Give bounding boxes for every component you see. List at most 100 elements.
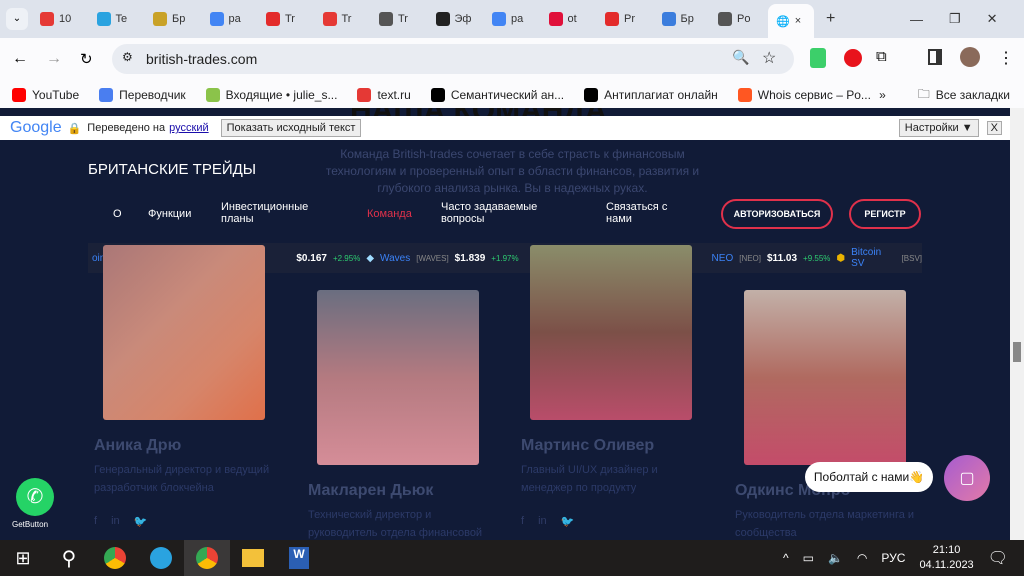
nav-item[interactable]: Связаться с нами (606, 201, 696, 225)
facebook-icon[interactable]: f (521, 515, 524, 528)
bookmark-item[interactable]: Семантический ан... (430, 88, 564, 102)
taskbar-chrome[interactable] (92, 540, 138, 576)
tab-favicon-icon (266, 12, 280, 26)
tab-favicon-icon (379, 12, 393, 26)
bookmark-star-icon[interactable]: ☆ (762, 48, 776, 68)
bookmark-item[interactable]: Переводчик (99, 88, 186, 102)
opera-icon[interactable] (844, 49, 862, 67)
wifi-icon[interactable]: ◠ (857, 551, 867, 565)
login-button[interactable]: АВТОРИЗОВАТЬСЯ (721, 199, 833, 229)
site-info-icon[interactable]: ⚙ (122, 50, 133, 64)
more-bookmarks-button[interactable]: » (879, 88, 886, 102)
nav-item[interactable]: Часто задаваемые вопросы (441, 201, 561, 225)
language-indicator[interactable]: РУС (881, 551, 905, 565)
taskbar-word[interactable]: W (276, 540, 322, 576)
nav-item[interactable]: Функции (148, 208, 208, 220)
scrollbar[interactable] (1010, 108, 1024, 540)
reload-icon[interactable]: ↻ (80, 50, 93, 68)
volume-icon[interactable]: 🔈 (828, 551, 843, 565)
extensions-puzzle-icon[interactable]: ⧉ (876, 48, 887, 65)
avatar[interactable] (960, 47, 980, 67)
tab-favicon-icon (492, 12, 506, 26)
show-original-button[interactable]: Показать исходный текст (220, 119, 362, 137)
browser-tab[interactable]: Tr (322, 8, 351, 30)
close-tab-icon[interactable]: × (795, 15, 801, 27)
brand-logo[interactable]: БРИТАНСКИЕ ТРЕЙДЫ (88, 161, 256, 178)
browser-tab[interactable]: Бр (153, 8, 185, 30)
tab-favicon-icon (548, 12, 563, 26)
new-tab-button[interactable]: + (826, 8, 835, 30)
menu-icon[interactable]: ⋮ (998, 48, 1014, 68)
notifications-icon[interactable]: 🗨 (988, 548, 1008, 568)
extension-icon[interactable] (810, 48, 826, 68)
tab-favicon-icon (435, 12, 450, 26)
active-tab[interactable]: 🌐 × (768, 4, 814, 38)
team-photo-2 (317, 290, 479, 465)
bookmark-favicon-icon (430, 88, 445, 102)
translate-close-button[interactable]: X (986, 121, 1002, 135)
folder-icon: 🗀 (917, 86, 930, 101)
bookmark-favicon-icon (737, 88, 752, 102)
bookmark-item[interactable]: text.ru (357, 88, 411, 102)
browser-tab[interactable]: Tr (379, 8, 408, 30)
linkedin-icon[interactable]: in (538, 515, 547, 528)
nav-item[interactable]: О (113, 208, 133, 220)
taskbar-explorer[interactable] (230, 540, 276, 576)
taskbar-telegram[interactable] (138, 540, 184, 576)
search-icon[interactable]: ⚲ (46, 540, 92, 576)
browser-tab[interactable]: pa (492, 8, 523, 30)
back-icon[interactable]: ← (12, 50, 28, 68)
browser-tab[interactable]: Te (96, 8, 127, 30)
whatsapp-button[interactable]: ✆ (16, 478, 54, 516)
close-window-button[interactable]: ✕ (987, 11, 998, 27)
clock[interactable]: 21:10 04.11.2023 (919, 543, 973, 573)
nav-item[interactable]: Команда (367, 208, 427, 220)
zoom-icon[interactable]: 🔍 (732, 49, 749, 66)
nav-item[interactable]: Инвестиционные планы (221, 201, 331, 225)
taskbar-chrome-active[interactable] (184, 540, 230, 576)
browser-tab[interactable]: ot (548, 8, 577, 30)
browser-tab[interactable]: Эф (435, 8, 471, 30)
team-member-name: Мартинс Оливер (521, 437, 655, 454)
tab-search-button[interactable]: ⌄ (6, 8, 28, 30)
chat-icon: ▢ (959, 470, 975, 487)
twitter-icon[interactable]: 🐦 (134, 515, 148, 528)
browser-tab[interactable]: Po (718, 8, 750, 30)
browser-tab[interactable]: Бр (661, 8, 694, 30)
translate-settings-button[interactable]: Настройки ▼ (898, 119, 979, 137)
browser-tab[interactable]: Pr (605, 8, 635, 30)
browser-tab[interactable]: 10 (40, 8, 71, 30)
start-button[interactable]: ⊞ (0, 540, 46, 576)
minimize-button[interactable]: — (910, 12, 923, 27)
facebook-icon[interactable]: f (94, 515, 97, 528)
address-bar[interactable]: ⚙ british-trades.com 🔍 ☆ (112, 44, 794, 74)
register-button[interactable]: РЕГИСТР (849, 199, 921, 229)
team-photo-3 (530, 245, 692, 420)
twitter-icon[interactable]: 🐦 (561, 515, 575, 528)
tab-favicon-icon (96, 12, 111, 26)
tab-favicon-icon (718, 12, 732, 26)
chat-bubble[interactable]: Поболтай с нами👋 (805, 462, 933, 492)
bookmark-item[interactable]: Whois сервис – Po... (737, 88, 871, 102)
chat-button[interactable]: ▢ (944, 455, 990, 501)
bookmark-favicon-icon (99, 88, 114, 102)
google-logo: Google (10, 119, 62, 136)
side-panel-icon[interactable] (928, 49, 942, 65)
linkedin-icon[interactable]: in (111, 515, 120, 528)
battery-icon[interactable]: ▭ (803, 551, 814, 565)
browser-tab[interactable]: pa (209, 8, 241, 30)
url-text[interactable]: british-trades.com (146, 51, 257, 67)
bookmark-item[interactable]: YouTube (12, 88, 79, 102)
maximize-button[interactable]: ❐ (949, 11, 961, 27)
team-member-role: Технический директор и руководитель отде… (308, 509, 483, 539)
tab-favicon-icon (661, 12, 676, 26)
team-intro: Команда British-trades сочетает в себе с… (325, 147, 700, 195)
tray-chevron-icon[interactable]: ^ (783, 551, 789, 565)
bookmark-item[interactable]: Входящие • julie_s... (205, 88, 337, 102)
browser-tab[interactable]: Tr (266, 8, 295, 30)
bookmark-item[interactable]: Антиплагиат онлайн (584, 88, 718, 102)
forward-icon[interactable]: → (46, 50, 62, 68)
waves-icon: ◆ (366, 252, 375, 264)
language-select[interactable]: русский (169, 122, 208, 134)
all-bookmarks[interactable]: 🗀 Все закладки (918, 85, 1010, 106)
